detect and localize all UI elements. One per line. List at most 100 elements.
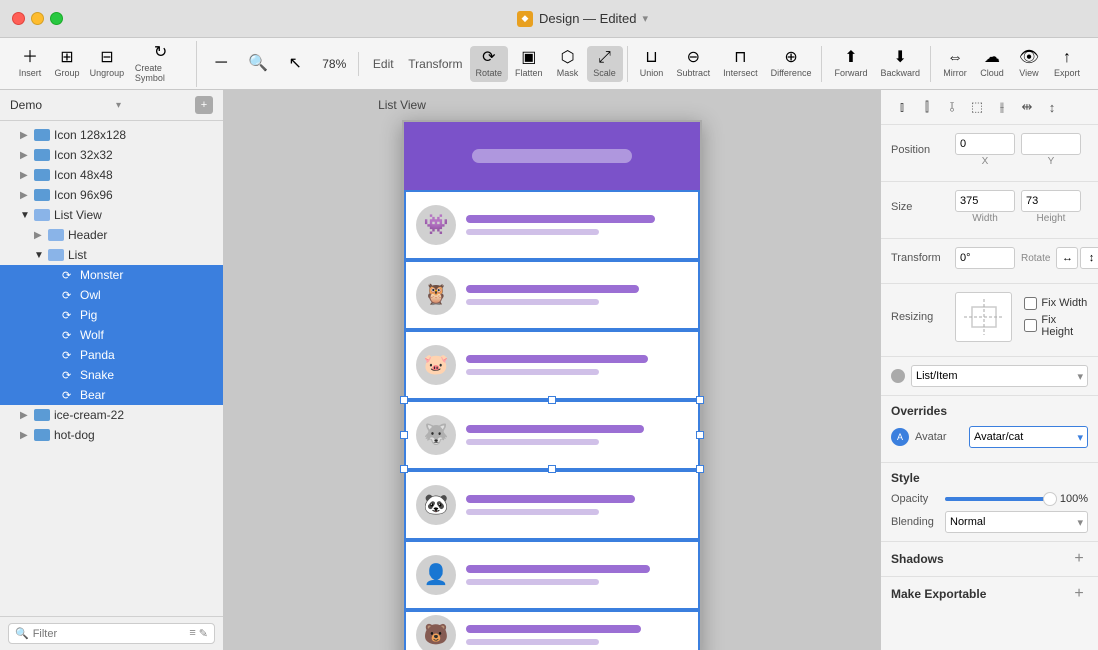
union-button[interactable]: ⊔ Union [634, 46, 670, 82]
resize-handle-mr[interactable] [696, 431, 704, 439]
sidebar-dropdown-arrow[interactable]: ▾ [116, 100, 121, 111]
view-button[interactable]: 👁 View [1011, 46, 1047, 82]
edit-button[interactable]: Edit [365, 53, 401, 75]
title-chevron[interactable]: ▾ [643, 12, 649, 25]
resize-handle-tr[interactable] [696, 396, 704, 404]
sidebar-item-wolf[interactable]: ⟳ Wolf [0, 325, 223, 345]
forward-button[interactable]: ⬆ Forward [828, 46, 873, 82]
folder-icon [34, 169, 50, 181]
opacity-thumb[interactable] [1043, 492, 1057, 506]
list-item-bear[interactable]: 🐻 [404, 610, 700, 650]
sidebar-item-header[interactable]: ▶ Header [0, 225, 223, 245]
add-shadow-button[interactable]: + [1070, 550, 1088, 568]
opacity-slider[interactable] [945, 497, 1050, 501]
close-button[interactable] [12, 12, 25, 25]
flip-h-button[interactable]: ↔ [1056, 247, 1078, 269]
filter-input[interactable] [33, 628, 186, 640]
sidebar-item-hotdog[interactable]: ▶ hot-dog [0, 425, 223, 445]
width-input[interactable] [955, 190, 1015, 212]
sidebar-item-icon128[interactable]: ▶ Icon 128x128 [0, 125, 223, 145]
resize-handle-br[interactable] [696, 465, 704, 473]
sidebar-item-listview[interactable]: ▼ List View [0, 205, 223, 225]
export-button[interactable]: ↑ Export [1048, 46, 1086, 82]
difference-label: Difference [771, 68, 812, 78]
ungroup-button[interactable]: ⊟ Ungroup [86, 46, 128, 82]
align-middle-v-button[interactable]: ⬚ [966, 96, 988, 118]
sidebar-item-label: ice-cream-22 [54, 408, 124, 422]
doc-icon: ◆ [517, 11, 533, 27]
intersect-button[interactable]: ⊓ Intersect [717, 46, 764, 82]
difference-button[interactable]: ⊕ Difference [765, 46, 818, 82]
resize-handle-tl[interactable] [400, 396, 408, 404]
blending-select[interactable]: Normal ▾ [945, 511, 1088, 533]
list-item-panda[interactable]: 🐼 [404, 470, 700, 540]
sidebar-item-icon32[interactable]: ▶ Icon 32x32 [0, 145, 223, 165]
sidebar-item-icon96[interactable]: ▶ Icon 96x96 [0, 185, 223, 205]
position-y-input[interactable] [1021, 133, 1081, 155]
sidebar-item-bear[interactable]: ⟳ Bear [0, 385, 223, 405]
list-item-wolf[interactable]: 🐺 [404, 400, 700, 470]
group-button[interactable]: ⊞ Group [49, 46, 85, 82]
distribute-h-button[interactable]: ⇹ [1016, 96, 1038, 118]
transform-button[interactable]: Transform [402, 53, 468, 75]
list-item-owl[interactable]: 🦉 [404, 260, 700, 330]
sidebar-item-icecream[interactable]: ▶ ice-cream-22 [0, 405, 223, 425]
scale-button[interactable]: ⤢ Scale [587, 46, 623, 82]
add-export-button[interactable]: + [1070, 585, 1088, 603]
cloud-icon: ☁ [984, 50, 1000, 66]
sidebar-add-button[interactable]: + [195, 96, 213, 114]
mirror-button[interactable]: ⇔ Mirror [937, 46, 973, 82]
align-bottom-button[interactable]: ⫲ [991, 96, 1013, 118]
rotate-button[interactable]: ⟳ Rotate [470, 46, 509, 82]
distribute-v-button[interactable]: ↕ [1041, 96, 1063, 118]
height-input[interactable] [1021, 190, 1081, 212]
resizing-control[interactable] [955, 292, 1012, 342]
fix-height-checkbox[interactable] [1024, 319, 1037, 332]
list-item-monster[interactable]: 👾 [404, 190, 700, 260]
align-top-button[interactable]: ⫱ [941, 96, 963, 118]
overrides-title: Overrides [891, 404, 1088, 418]
minimize-button[interactable] [31, 12, 44, 25]
subtract-button[interactable]: ⊖ Subtract [671, 46, 717, 82]
sidebar-item-monster[interactable]: ⟳ Monster [0, 265, 223, 285]
align-center-h-button[interactable]: ⫿ [916, 96, 938, 118]
sidebar-item-list[interactable]: ▼ List [0, 245, 223, 265]
resize-handle-tm[interactable] [548, 396, 556, 404]
position-x-input[interactable] [955, 133, 1015, 155]
avatar-override-select[interactable]: Avatar/cat ▾ [969, 426, 1088, 448]
align-left-button[interactable]: ⫾ [891, 96, 913, 118]
sidebar-item-owl[interactable]: ⟳ Owl [0, 285, 223, 305]
resize-handle-bl[interactable] [400, 465, 408, 473]
cloud-button[interactable]: ☁ Cloud [974, 46, 1010, 82]
list-item-snake[interactable]: 👤 [404, 540, 700, 610]
maximize-button[interactable] [50, 12, 63, 25]
list-item-pig[interactable]: 🐷 [404, 330, 700, 400]
resize-handle-ml[interactable] [400, 431, 408, 439]
backward-button[interactable]: ⬇ Backward [874, 46, 926, 82]
flip-v-button[interactable]: ↕ [1080, 247, 1098, 269]
zoom-button[interactable]: 🔍 [240, 52, 276, 76]
insert-button[interactable]: ＋ Insert [12, 46, 48, 82]
tool-group-arrange: ⬆ Forward ⬇ Backward [824, 46, 931, 82]
sidebar-item-snake[interactable]: ⟳ Snake [0, 365, 223, 385]
overrides-section: Overrides A Avatar Avatar/cat ▾ [881, 396, 1098, 463]
cursor-button[interactable]: ↖ [277, 52, 313, 76]
resize-handle-bm[interactable] [548, 465, 556, 473]
sidebar-item-icon48[interactable]: ▶ Icon 48x48 [0, 165, 223, 185]
forward-icon: ⬆ [844, 50, 857, 66]
fix-width-checkbox[interactable] [1024, 297, 1037, 310]
list-view-icon[interactable]: ≡ [189, 627, 195, 640]
sidebar-item-panda[interactable]: ⟳ Panda [0, 345, 223, 365]
create-symbol-button[interactable]: ↻ Create Symbol [129, 41, 192, 87]
flatten-button[interactable]: ▣ Flatten [509, 46, 549, 82]
sidebar-item-label: Panda [80, 348, 115, 362]
edit-icon[interactable]: ✎ [199, 627, 208, 640]
sidebar-tree: ▶ Icon 128x128 ▶ Icon 32x32 ▶ Icon 48x48… [0, 121, 223, 616]
zoom-minus-button[interactable]: － [203, 52, 239, 76]
mask-button[interactable]: ⬡ Mask [550, 46, 586, 82]
alignment-row: ⫾ ⫿ ⫱ ⬚ ⫲ ⇹ ↕ [881, 90, 1098, 125]
symbol-dropdown[interactable]: List/Item ▾ [911, 365, 1088, 387]
rotate-input[interactable] [955, 247, 1015, 269]
sidebar-item-pig[interactable]: ⟳ Pig [0, 305, 223, 325]
canvas-area[interactable]: List View 👾 🦉 [224, 90, 880, 650]
